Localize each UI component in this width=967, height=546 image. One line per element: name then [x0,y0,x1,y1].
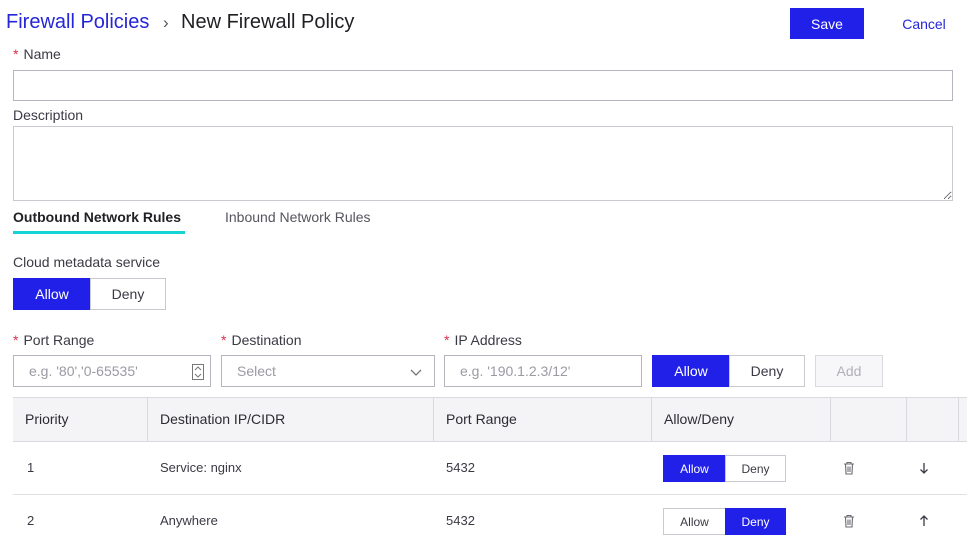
metadata-allow-button[interactable]: Allow [13,278,91,310]
ip-address-input[interactable]: e.g. '190.1.2.3/12' [444,355,642,387]
destination-placeholder: Select [237,363,276,379]
tab-inbound-rules[interactable]: Inbound Network Rules [225,209,371,225]
arrow-down-icon[interactable] [916,460,932,476]
row-allow-button[interactable]: Allow [663,508,726,535]
row-port-range: 5432 [446,460,475,475]
description-label: Description [13,107,84,123]
ip-address-label: * IP Address [444,332,522,348]
arrow-up-icon[interactable] [916,513,932,529]
cancel-button[interactable]: Cancel [888,8,960,39]
row-priority: 1 [27,460,35,475]
tab-outbound-rules[interactable]: Outbound Network Rules [13,209,181,225]
name-label: * Name [13,46,61,62]
add-rule-button[interactable]: Add [815,355,883,387]
trash-icon[interactable] [841,460,857,476]
row-destination: Anywhere [160,513,218,528]
required-marker: * [13,46,19,62]
port-range-placeholder: e.g. '80','0-65535' [29,363,138,379]
port-range-input[interactable]: e.g. '80','0-65535' [13,355,211,387]
save-button[interactable]: Save [790,8,864,39]
breadcrumb-parent-link[interactable]: Firewall Policies [6,11,149,34]
active-tab-indicator [13,231,185,234]
rules-table-header: Priority Destination IP/CIDR Port Range … [13,397,967,442]
destination-label: * Destination [221,332,302,348]
column-header-delete [831,398,907,441]
row-deny-button[interactable]: Deny [725,455,786,482]
description-textarea[interactable] [13,126,953,201]
trash-icon[interactable] [841,513,857,529]
row-allow-button[interactable]: Allow [663,455,726,482]
metadata-deny-button[interactable]: Deny [90,278,166,310]
row-priority: 2 [27,513,35,528]
name-input[interactable] [13,70,953,101]
new-rule-deny-button[interactable]: Deny [729,355,805,387]
column-header-destination: Destination IP/CIDR [148,398,434,441]
ip-address-placeholder: e.g. '190.1.2.3/12' [460,363,571,379]
chevron-down-icon [410,369,422,376]
destination-select[interactable]: Select [221,355,435,387]
port-range-label: * Port Range [13,332,95,348]
new-rule-allow-button[interactable]: Allow [652,355,730,387]
page-title: New Firewall Policy [181,11,355,33]
breadcrumb-chevron-icon: › [163,13,169,32]
column-header-port-range: Port Range [434,398,652,441]
cloud-metadata-label: Cloud metadata service [13,254,161,270]
table-row: 2 Anywhere 5432 Allow Deny [13,495,967,546]
column-header-move [907,398,959,441]
table-row: 1 Service: nginx 5432 Allow Deny [13,442,967,495]
column-header-allow-deny: Allow/Deny [652,398,831,441]
row-port-range: 5432 [446,513,475,528]
column-header-priority: Priority [13,398,148,441]
stepper-icon[interactable] [192,364,204,380]
row-destination: Service: nginx [160,460,242,475]
row-deny-button[interactable]: Deny [725,508,786,535]
